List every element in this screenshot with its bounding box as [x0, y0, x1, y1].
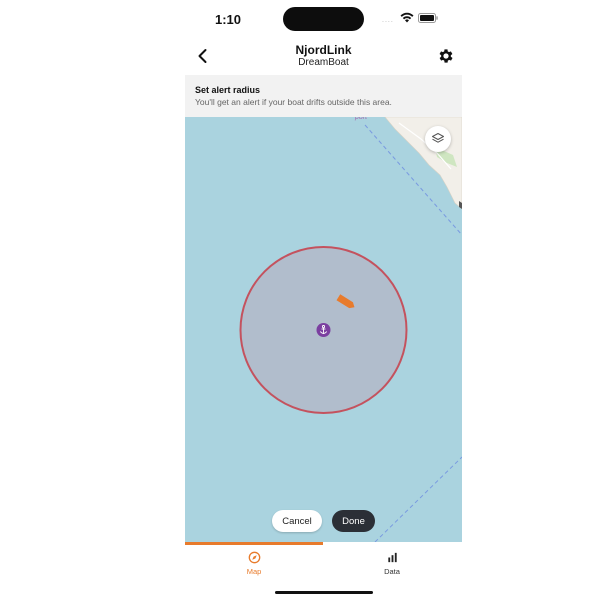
- wifi-icon: [400, 12, 414, 23]
- dynamic-island: [283, 7, 364, 31]
- status-time: 1:10: [215, 12, 242, 27]
- alert-radius-banner: Set alert radius You'll get an alert if …: [185, 75, 462, 117]
- layers-icon: [432, 133, 444, 143]
- layers-button[interactable]: [425, 126, 451, 152]
- alert-radius-title: Set alert radius: [195, 85, 261, 95]
- tab-map-label: Map: [246, 567, 262, 576]
- tab-map[interactable]: Map: [185, 551, 323, 581]
- boat-name: DreamBoat: [298, 57, 349, 68]
- compass-icon: [248, 551, 260, 564]
- header: NjordLink DreamBoat: [185, 38, 462, 74]
- route-dash-bottom: [374, 456, 462, 542]
- anchor-icon: [316, 323, 331, 337]
- tab-bar: Map Data: [185, 545, 462, 585]
- page-title: NjordLink: [295, 43, 352, 57]
- status-bar: 1:10 ....: [185, 0, 462, 38]
- gear-icon[interactable]: [437, 47, 455, 65]
- battery-icon: [418, 13, 438, 23]
- map-layer: [239, 117, 462, 542]
- chevron-left-icon[interactable]: [193, 46, 213, 66]
- cancel-button[interactable]: Cancel: [272, 510, 322, 532]
- signal-icon: ....: [382, 17, 394, 24]
- bar-chart-icon: [387, 552, 397, 563]
- map-place-label: port: [355, 117, 368, 121]
- title-block: NjordLink DreamBoat: [235, 44, 412, 69]
- tab-data[interactable]: Data: [323, 551, 461, 581]
- alert-radius-description: You'll get an alert if your boat drifts …: [195, 97, 392, 107]
- done-button[interactable]: Done: [332, 510, 375, 532]
- map-view[interactable]: port Cancel Done: [185, 117, 462, 542]
- home-indicator: [275, 591, 373, 594]
- phone-screen: 1:10 .... NjordLink DreamBoat Set alert …: [185, 0, 462, 600]
- tab-data-label: Data: [384, 567, 400, 576]
